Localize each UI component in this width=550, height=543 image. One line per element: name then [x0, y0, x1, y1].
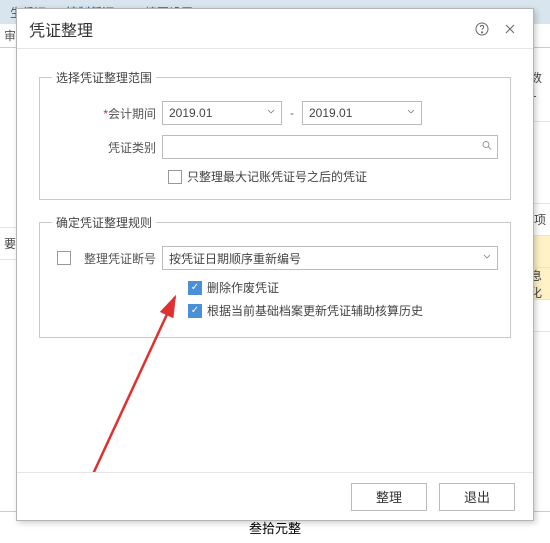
dialog-body: 选择凭证整理范围 *会计期间 2019.01 - 2019.01 凭证类别: [17, 49, 533, 472]
chevron-down-icon: [481, 251, 493, 266]
period-to-select[interactable]: 2019.01: [302, 101, 422, 125]
period-from-select[interactable]: 2019.01: [162, 101, 282, 125]
only-after-row: 只整理最大记账凭证号之后的凭证: [168, 168, 498, 185]
type-label: 凭证类别: [52, 139, 162, 156]
voucher-reorganize-dialog: 凭证整理 选择凭证整理范围 *会计期间 2019.01 - 2019.01: [16, 8, 534, 521]
help-icon[interactable]: [471, 18, 493, 40]
dialog-header: 凭证整理: [17, 9, 533, 49]
delete-void-row: 删除作废凭证: [188, 279, 498, 296]
dialog-footer: 整理 退出: [17, 472, 533, 520]
voucher-type-input[interactable]: [162, 135, 498, 159]
ok-button[interactable]: 整理: [351, 483, 427, 511]
delete-void-label: 删除作废凭证: [207, 279, 279, 296]
search-icon[interactable]: [481, 140, 493, 155]
delete-void-checkbox[interactable]: [188, 281, 202, 295]
dialog-title: 凭证整理: [29, 17, 465, 41]
scope-legend: 选择凭证整理范围: [52, 69, 156, 86]
period-label: *会计期间: [52, 105, 162, 122]
only-after-checkbox[interactable]: [168, 170, 182, 184]
chevron-down-icon: [405, 106, 417, 121]
cancel-button[interactable]: 退出: [439, 483, 515, 511]
scope-group: 选择凭证整理范围 *会计期间 2019.01 - 2019.01 凭证类别: [39, 69, 511, 200]
chevron-down-icon: [265, 106, 277, 121]
renumber-label: 整理凭证断号: [80, 250, 162, 267]
rules-legend: 确定凭证整理规则: [52, 214, 156, 231]
update-aux-checkbox[interactable]: [188, 304, 202, 318]
rules-group: 确定凭证整理规则 整理凭证断号 按凭证日期顺序重新编号 删除作废凭证 根据当前基…: [39, 214, 511, 338]
range-dash: -: [290, 106, 294, 120]
only-after-label: 只整理最大记账凭证号之后的凭证: [187, 168, 367, 185]
update-aux-label: 根据当前基础档案更新凭证辅助核算历史: [207, 302, 423, 319]
update-aux-row: 根据当前基础档案更新凭证辅助核算历史: [188, 302, 498, 319]
period-row: *会计期间 2019.01 - 2019.01: [52, 100, 498, 126]
renumber-row: 整理凭证断号 按凭证日期顺序重新编号: [52, 245, 498, 271]
type-row: 凭证类别: [52, 134, 498, 160]
renumber-checkbox[interactable]: [57, 251, 71, 265]
renumber-select[interactable]: 按凭证日期顺序重新编号: [162, 246, 498, 270]
close-icon[interactable]: [499, 18, 521, 40]
